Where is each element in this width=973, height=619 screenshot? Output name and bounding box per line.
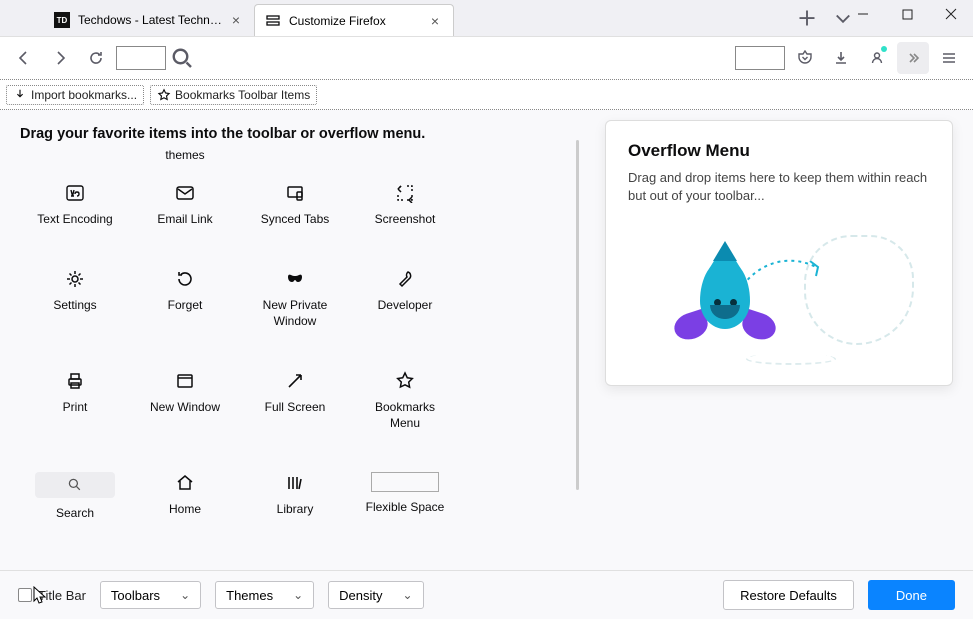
flexible-space-icon (371, 472, 439, 492)
item-text-encoding[interactable]: Text Encoding (20, 178, 130, 254)
print-icon (64, 370, 86, 392)
email-icon (174, 182, 196, 204)
overflow-description: Drag and drop items here to keep them wi… (628, 169, 930, 205)
nav-toolbar (0, 36, 973, 80)
item-home[interactable]: Home (130, 468, 240, 538)
item-developer[interactable]: Developer (350, 264, 460, 356)
synced-tabs-icon (284, 182, 306, 204)
item-label: New Private Window (263, 298, 328, 329)
item-label: Library (277, 502, 314, 518)
item-flexible-space[interactable]: Flexible Space (350, 468, 460, 538)
item-label: New Window (150, 400, 220, 416)
item-synced-tabs[interactable]: Synced Tabs (240, 178, 350, 254)
close-icon[interactable]: × (228, 12, 244, 28)
overflow-illustration (628, 225, 930, 365)
url-bar-placeholder[interactable] (116, 46, 166, 70)
cursor-icon (33, 586, 47, 604)
item-full-screen[interactable]: Full Screen (240, 366, 350, 458)
customize-content: Drag your favorite items into the toolba… (0, 110, 973, 570)
item-label: Developer (378, 298, 433, 314)
mask-icon (284, 268, 306, 290)
item-label: Screenshot (375, 212, 436, 228)
item-label: Email Link (157, 212, 212, 228)
density-dropdown[interactable]: Density (328, 581, 423, 609)
star-icon (394, 370, 416, 392)
search-bar-icon (35, 472, 115, 498)
back-button[interactable] (8, 42, 40, 74)
item-library[interactable]: Library (240, 468, 350, 538)
import-bookmarks-button[interactable]: Import bookmarks... (6, 85, 144, 105)
forward-button[interactable] (44, 42, 76, 74)
new-tab-button[interactable] (797, 8, 817, 28)
window-controls (841, 0, 973, 30)
fullscreen-icon (284, 370, 306, 392)
overflow-menu-button[interactable] (897, 42, 929, 74)
forget-icon (174, 268, 196, 290)
partial-themes-label: themes (130, 148, 240, 164)
creature-illustration (670, 259, 780, 359)
done-button[interactable]: Done (868, 580, 955, 610)
library-icon (284, 472, 306, 494)
wrench-icon (394, 268, 416, 290)
item-label: Synced Tabs (261, 212, 330, 228)
item-label: Print (63, 400, 88, 416)
item-label: Bookmarks Menu (375, 400, 435, 431)
search-icon[interactable] (170, 46, 194, 70)
app-menu-button[interactable] (933, 42, 965, 74)
item-label: Settings (53, 298, 96, 314)
item-print[interactable]: Print (20, 366, 130, 458)
screenshot-icon (394, 182, 416, 204)
close-window-button[interactable] (929, 0, 973, 30)
customize-icon (265, 13, 281, 29)
tab-techdows[interactable]: TD Techdows - Latest Technology N × (44, 4, 254, 36)
tab-title-techdows: Techdows - Latest Technology N (78, 13, 224, 27)
tab-customize[interactable]: Customize Firefox × (254, 4, 454, 36)
title-bar-checkbox[interactable]: Title Bar (18, 588, 86, 603)
item-settings[interactable]: Settings (20, 264, 130, 356)
item-email-link[interactable]: Email Link (130, 178, 240, 254)
item-label: Forget (168, 298, 203, 314)
close-icon[interactable]: × (427, 13, 443, 29)
item-label: Flexible Space (366, 500, 445, 516)
overflow-panel: Overflow Menu Drag and drop items here t… (605, 120, 953, 386)
gear-icon (64, 268, 86, 290)
home-icon (174, 472, 196, 494)
pocket-icon[interactable] (789, 42, 821, 74)
items-palette: themes Text Encoding Email Link Synced T… (20, 148, 580, 538)
text-encoding-icon (64, 182, 86, 204)
item-label: Full Screen (265, 400, 326, 416)
minimize-button[interactable] (841, 0, 885, 30)
item-forget[interactable]: Forget (130, 264, 240, 356)
tabs-strip: TD Techdows - Latest Technology N × Cust… (0, 0, 973, 36)
maximize-button[interactable] (885, 0, 929, 30)
item-screenshot[interactable]: Screenshot (350, 178, 460, 254)
overflow-title: Overflow Menu (628, 141, 930, 161)
scroll-indicator[interactable] (576, 140, 579, 490)
item-search[interactable]: Search (20, 468, 130, 538)
new-window-icon (174, 370, 196, 392)
favicon-techdows: TD (54, 12, 70, 28)
toolbars-dropdown[interactable]: Toolbars (100, 581, 201, 609)
item-bookmarks-menu[interactable]: Bookmarks Menu (350, 366, 460, 458)
account-icon[interactable] (861, 42, 893, 74)
themes-dropdown[interactable]: Themes (215, 581, 314, 609)
item-label: Text Encoding (37, 212, 112, 228)
item-new-window[interactable]: New Window (130, 366, 240, 458)
item-new-private-window[interactable]: New Private Window (240, 264, 350, 356)
bookmarks-toolbar: Import bookmarks... Bookmarks Toolbar It… (0, 80, 973, 110)
checkbox-icon (18, 588, 32, 602)
items-grid: Text Encoding Email Link Synced Tabs Scr… (20, 178, 580, 538)
import-bookmarks-label: Import bookmarks... (31, 88, 137, 102)
downloads-icon[interactable] (825, 42, 857, 74)
tab-title-customize: Customize Firefox (289, 14, 423, 28)
flexible-bar-placeholder[interactable] (735, 46, 785, 70)
bottom-bar: Title Bar Toolbars Themes Density Restor… (0, 570, 973, 619)
item-label: Home (169, 502, 201, 518)
bookmarks-toolbar-items[interactable]: Bookmarks Toolbar Items (150, 85, 317, 105)
restore-defaults-button[interactable]: Restore Defaults (723, 580, 854, 610)
reload-button[interactable] (80, 42, 112, 74)
item-label: Search (56, 506, 94, 522)
partial-visible-row: themes (20, 148, 580, 164)
bookmarks-toolbar-items-label: Bookmarks Toolbar Items (175, 88, 310, 102)
